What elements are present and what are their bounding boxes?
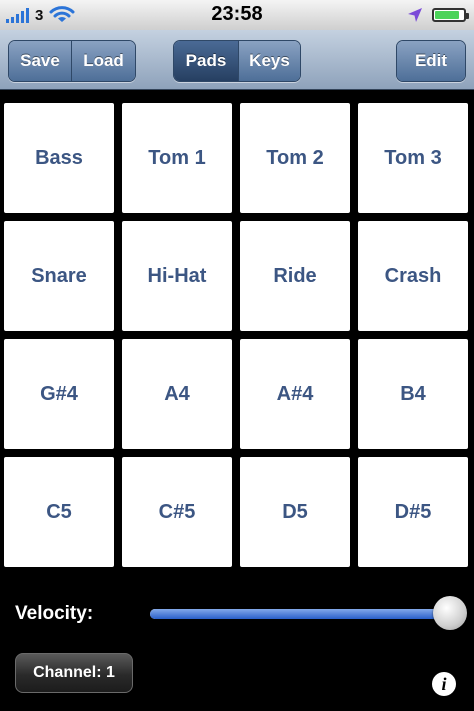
pad[interactable]: A4 xyxy=(122,339,232,449)
pad[interactable]: C5 xyxy=(4,457,114,567)
location-arrow-icon xyxy=(408,8,422,22)
save-button[interactable]: Save xyxy=(9,41,71,81)
pad[interactable]: Tom 1 xyxy=(122,103,232,213)
pad[interactable]: Tom 2 xyxy=(240,103,350,213)
velocity-slider-fill xyxy=(150,609,450,619)
pad[interactable]: A#4 xyxy=(240,339,350,449)
status-bar: 3 23:58 xyxy=(0,0,474,30)
pad[interactable]: D5 xyxy=(240,457,350,567)
toolbar: Save Load Pads Keys Edit xyxy=(0,30,474,90)
pad[interactable]: G#4 xyxy=(4,339,114,449)
mode-segmented-control: Pads Keys xyxy=(173,40,301,82)
file-segmented-control: Save Load xyxy=(8,40,136,82)
pad[interactable]: C#5 xyxy=(122,457,232,567)
keys-tab[interactable]: Keys xyxy=(238,41,300,81)
status-time: 23:58 xyxy=(211,3,263,25)
velocity-slider-track[interactable] xyxy=(150,609,460,619)
load-button[interactable]: Load xyxy=(71,41,135,81)
velocity-label: Velocity: xyxy=(15,603,94,624)
pad[interactable]: Ride xyxy=(240,221,350,331)
pad[interactable]: Bass xyxy=(4,103,114,213)
channel-button[interactable]: Channel: 1 xyxy=(15,653,133,693)
pad[interactable]: Crash xyxy=(358,221,468,331)
battery-icon xyxy=(432,8,469,22)
info-icon[interactable]: i xyxy=(432,672,456,696)
pad[interactable]: B4 xyxy=(358,339,468,449)
pads-grid: Bass Tom 1 Tom 2 Tom 3 Snare Hi-Hat Ride… xyxy=(4,103,470,567)
velocity-slider-thumb[interactable] xyxy=(433,596,467,630)
edit-button[interactable]: Edit xyxy=(397,41,465,81)
velocity-slider[interactable] xyxy=(150,596,467,632)
status-right xyxy=(406,5,469,25)
pad[interactable]: Tom 3 xyxy=(358,103,468,213)
pads-tab[interactable]: Pads xyxy=(174,41,238,81)
pad[interactable]: Snare xyxy=(4,221,114,331)
edit-control: Edit xyxy=(396,40,466,82)
pad[interactable]: Hi-Hat xyxy=(122,221,232,331)
pad[interactable]: D#5 xyxy=(358,457,468,567)
battery-fill xyxy=(435,11,459,19)
